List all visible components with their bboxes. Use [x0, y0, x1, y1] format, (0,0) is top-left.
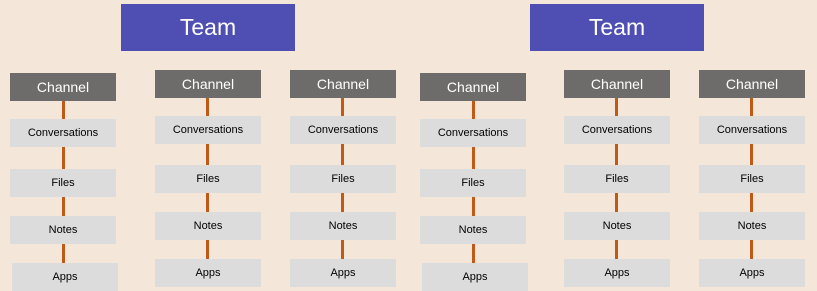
connector-line	[62, 244, 65, 263]
channel-item-files: Files	[699, 165, 805, 193]
connector-line	[206, 144, 209, 165]
channel-item-apps: Apps	[12, 263, 118, 291]
channel-item-conversations: Conversations	[699, 116, 805, 144]
channel-item-notes: Notes	[290, 212, 396, 240]
connector-line	[472, 244, 475, 263]
channel-item-notes: Notes	[420, 216, 526, 244]
channel-item-files: Files	[10, 169, 116, 197]
connector-line	[750, 144, 753, 165]
channel-item-conversations: Conversations	[564, 116, 670, 144]
connector-line	[750, 240, 753, 259]
channel-item-files: Files	[290, 165, 396, 193]
connector-line	[615, 240, 618, 259]
channel-item-files: Files	[155, 165, 261, 193]
connector-line	[472, 197, 475, 216]
connector-line	[206, 240, 209, 259]
connector-line	[206, 193, 209, 212]
connector-line	[341, 144, 344, 165]
channel-item-apps: Apps	[564, 259, 670, 287]
connector-line	[62, 101, 65, 119]
channel-item-files: Files	[564, 165, 670, 193]
channel-item-conversations: Conversations	[155, 116, 261, 144]
channel-item-conversations: Conversations	[10, 119, 116, 147]
connector-line	[472, 147, 475, 169]
channel-header: Channel	[155, 70, 261, 98]
channel-header: Channel	[699, 70, 805, 98]
channel-item-conversations: Conversations	[420, 119, 526, 147]
connector-line	[62, 197, 65, 216]
channel-item-notes: Notes	[10, 216, 116, 244]
channel-item-conversations: Conversations	[290, 116, 396, 144]
connector-line	[341, 193, 344, 212]
connector-line	[615, 144, 618, 165]
channel-header: Channel	[290, 70, 396, 98]
channel-header: Channel	[10, 73, 116, 101]
channel-item-notes: Notes	[564, 212, 670, 240]
connector-line	[341, 98, 344, 116]
channel-item-notes: Notes	[699, 212, 805, 240]
channel-item-apps: Apps	[155, 259, 261, 287]
connector-line	[615, 193, 618, 212]
team-box: Team	[530, 4, 704, 51]
channel-item-apps: Apps	[699, 259, 805, 287]
channel-header: Channel	[420, 73, 526, 101]
connector-line	[62, 147, 65, 169]
connector-line	[341, 240, 344, 259]
team-box: Team	[121, 4, 295, 51]
channel-item-apps: Apps	[290, 259, 396, 287]
channel-item-apps: Apps	[422, 263, 528, 291]
connector-line	[472, 101, 475, 119]
channel-item-files: Files	[420, 169, 526, 197]
connector-line	[615, 98, 618, 116]
channel-header: Channel	[564, 70, 670, 98]
connector-line	[206, 98, 209, 116]
channel-item-notes: Notes	[155, 212, 261, 240]
connector-line	[750, 98, 753, 116]
connector-line	[750, 193, 753, 212]
